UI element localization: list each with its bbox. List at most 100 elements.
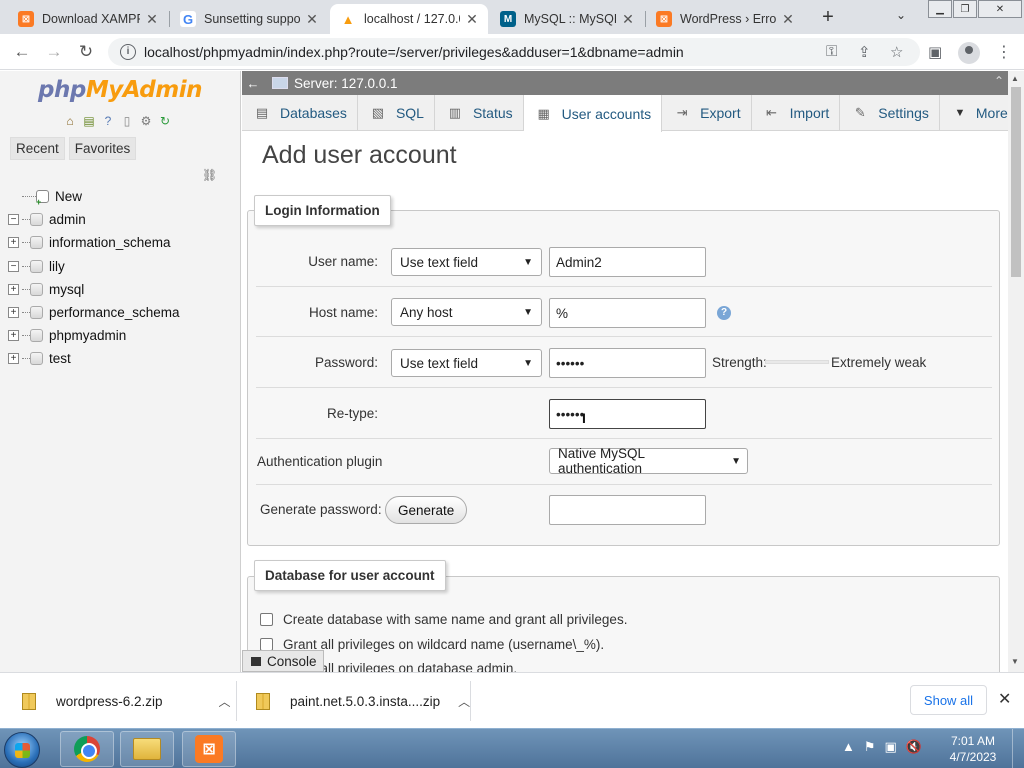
new-tab-button[interactable]: +	[816, 6, 840, 29]
restore-icon[interactable]: ❐	[953, 0, 977, 18]
show-desktop-button[interactable]	[1012, 729, 1024, 768]
collapse-top-icon[interactable]: ⌃	[994, 74, 1004, 88]
retype-password-input[interactable]: ••••••	[549, 399, 706, 429]
close-shelf-icon[interactable]: ✕	[998, 689, 1011, 709]
password-input[interactable]: ••••••	[549, 348, 706, 378]
action-center-icon[interactable]: ⚑	[864, 739, 876, 755]
checkbox[interactable]	[260, 613, 273, 626]
collapse-icon[interactable]: −	[8, 260, 19, 272]
vertical-scrollbar[interactable]: ▲ ▼	[1008, 71, 1024, 672]
tab-databases[interactable]: ▤ Databases	[242, 95, 358, 131]
help-icon[interactable]: ?	[100, 113, 116, 129]
start-button[interactable]	[4, 732, 40, 768]
tab-more[interactable]: ▼ More	[940, 95, 1018, 131]
key-icon[interactable]: ⚿	[826, 43, 837, 60]
scroll-up-icon[interactable]: ▲	[1011, 74, 1019, 83]
tree-item-new[interactable]: + New	[8, 185, 238, 208]
tree-item-mysql[interactable]: + mysql	[8, 278, 238, 301]
tab-search-icon[interactable]: ⌄	[896, 8, 906, 22]
generated-password-input[interactable]	[549, 495, 706, 525]
tab-settings[interactable]: ✎ Settings	[840, 95, 940, 131]
tab-status[interactable]: ▥ Status	[435, 95, 524, 131]
tab-favorites[interactable]: Favorites	[68, 137, 137, 160]
navigation-panel: phpMyAdmin ⌂ ▤ ? ▯ ⚙ ↻ Recent Favorites …	[0, 71, 241, 672]
tree-item-information-schema[interactable]: + information_schema	[8, 231, 238, 254]
browser-tab[interactable]: ⊠ Download XAMPP ✕	[8, 4, 168, 34]
reload-navigation-icon[interactable]: ↻	[157, 113, 173, 129]
chevron-up-icon[interactable]: ︿	[219, 693, 231, 710]
close-icon[interactable]: ✕	[620, 11, 636, 28]
close-icon[interactable]: ✕	[780, 11, 796, 28]
console-toggle[interactable]: Console	[242, 650, 324, 672]
expand-icon[interactable]: +	[8, 283, 19, 295]
expand-icon[interactable]: +	[8, 237, 19, 249]
address-bar[interactable]: i localhost/phpmyadmin/index.php?route=/…	[108, 38, 920, 66]
tab-import[interactable]: ⇤ Import	[752, 95, 841, 131]
username-mode-select[interactable]: Use text field ▼	[391, 248, 542, 276]
show-all-downloads-button[interactable]: Show all	[910, 685, 987, 715]
close-icon[interactable]: ✕	[144, 11, 160, 28]
tab-user-accounts[interactable]: ▦ User accounts	[523, 95, 663, 132]
close-icon[interactable]: ✕	[464, 11, 480, 28]
scrollbar-thumb[interactable]	[1011, 87, 1021, 277]
collapse-icon[interactable]: −	[8, 214, 19, 226]
create-database-option[interactable]: Create database with same name and grant…	[260, 612, 627, 627]
tree-item-test[interactable]: + test	[8, 347, 238, 370]
link-chain-icon[interactable]: ⛓	[202, 168, 217, 182]
browser-tab[interactable]: G Sunsetting suppo ✕	[170, 4, 328, 34]
site-info-icon[interactable]: i	[120, 44, 136, 60]
expand-icon[interactable]: +	[8, 353, 19, 365]
download-item[interactable]: wordpress-6.2.zip ︿	[22, 673, 231, 729]
tab-recent[interactable]: Recent	[10, 137, 65, 160]
chevron-up-icon[interactable]: ︿	[458, 693, 470, 710]
settings-gear-icon[interactable]: ⚙	[138, 113, 154, 129]
home-icon[interactable]: ⌂	[62, 113, 78, 129]
generate-button[interactable]: Generate	[385, 496, 468, 524]
side-panel-icon[interactable]: ▣	[928, 43, 942, 61]
scroll-down-icon[interactable]: ▼	[1011, 657, 1019, 666]
browser-tab[interactable]: ⊠ WordPress › Error ✕	[646, 4, 804, 34]
browser-tab-active[interactable]: ▲ localhost / 127.0.0 ✕	[330, 4, 488, 34]
more-menu-icon[interactable]: ⋮	[996, 42, 1012, 62]
taskbar-explorer[interactable]	[120, 731, 174, 767]
tab-export[interactable]: ⇥ Export	[662, 95, 752, 131]
download-item[interactable]: paint.net.5.0.3.insta....zip ︿	[256, 673, 470, 729]
reload-icon[interactable]: ↻	[76, 42, 96, 62]
window-close-icon[interactable]: ✕	[978, 0, 1022, 18]
tree-item-lily[interactable]: − lily	[8, 255, 238, 278]
browser-tab[interactable]: M MySQL :: MySQL S ✕	[490, 4, 644, 34]
docs-icon[interactable]: ▯	[119, 113, 135, 129]
share-icon[interactable]: ⇪	[858, 43, 871, 61]
close-icon[interactable]: ✕	[304, 11, 320, 28]
bookmark-star-icon[interactable]: ☆	[890, 43, 903, 61]
username-input[interactable]: Admin2	[549, 247, 706, 277]
profile-avatar[interactable]	[958, 42, 980, 64]
hostname-mode-select[interactable]: Any host ▼	[391, 298, 542, 326]
phpmyadmin-logo[interactable]: phpMyAdmin	[38, 77, 202, 103]
logout-icon[interactable]: ▤	[81, 113, 97, 129]
network-icon[interactable]: ▣	[885, 739, 897, 755]
taskbar-clock[interactable]: 7:01 AM 4/7/2023	[942, 733, 1004, 765]
forward-arrow-icon[interactable]: →	[44, 42, 64, 62]
back-arrow-icon[interactable]: ←	[12, 42, 32, 62]
help-icon[interactable]: ?	[717, 306, 731, 320]
expand-icon[interactable]: +	[8, 330, 19, 342]
tree-item-performance-schema[interactable]: + performance_schema	[8, 301, 238, 324]
auth-plugin-select[interactable]: Native MySQL authentication ▼	[549, 446, 748, 476]
expand-icon[interactable]: +	[8, 307, 19, 319]
server-link[interactable]: Server: 127.0.0.1	[294, 76, 398, 91]
collapse-panel-arrow-icon[interactable]: ←	[244, 76, 262, 91]
tree-item-phpmyadmin[interactable]: + phpmyadmin	[8, 324, 238, 347]
tab-sql[interactable]: ▧ SQL	[358, 95, 435, 131]
page-title: Add user account	[262, 141, 457, 169]
minimize-icon[interactable]: ▁	[928, 0, 952, 18]
tray-expand-icon[interactable]: ▲	[842, 739, 855, 755]
tree-item-admin[interactable]: − admin	[8, 208, 238, 231]
zip-file-icon	[256, 692, 270, 710]
taskbar-chrome[interactable]	[60, 731, 114, 767]
hostname-input[interactable]: %	[549, 298, 706, 328]
chevron-down-icon: ▼	[523, 256, 533, 268]
taskbar-xampp[interactable]: ⊠	[182, 731, 236, 767]
volume-muted-icon[interactable]: 🔇	[906, 739, 922, 755]
password-mode-select[interactable]: Use text field ▼	[391, 349, 542, 377]
